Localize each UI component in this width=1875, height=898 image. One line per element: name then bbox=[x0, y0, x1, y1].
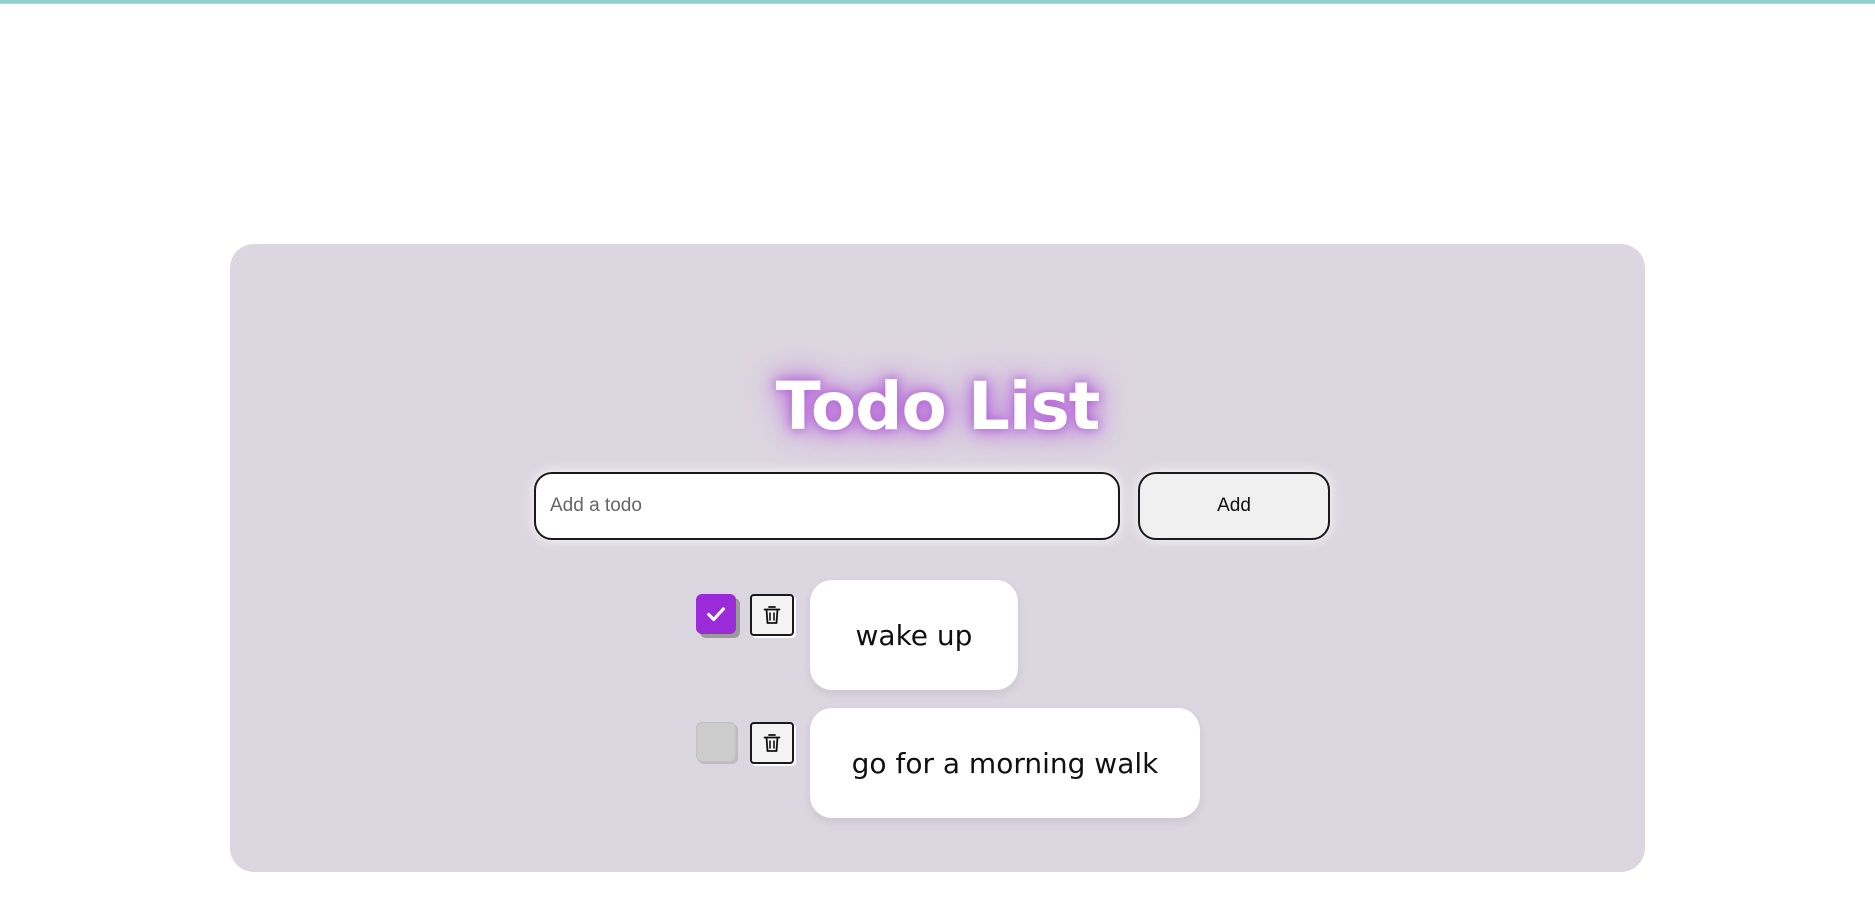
todo-checkbox[interactable] bbox=[696, 722, 736, 762]
todo-card: Todo List Add wake up go bbox=[230, 244, 1645, 872]
todo-checkbox[interactable] bbox=[696, 594, 736, 634]
top-accent-bar bbox=[0, 0, 1875, 4]
trash-icon bbox=[763, 734, 781, 752]
delete-button[interactable] bbox=[750, 594, 794, 636]
page-title: Todo List bbox=[775, 368, 1101, 446]
add-button[interactable]: Add bbox=[1138, 472, 1330, 540]
trash-icon bbox=[763, 606, 781, 624]
delete-button[interactable] bbox=[750, 722, 794, 764]
todo-text[interactable]: wake up bbox=[810, 580, 1018, 690]
todo-input[interactable] bbox=[534, 472, 1120, 540]
todo-text[interactable]: go for a morning walk bbox=[810, 708, 1200, 818]
check-icon bbox=[707, 607, 725, 622]
